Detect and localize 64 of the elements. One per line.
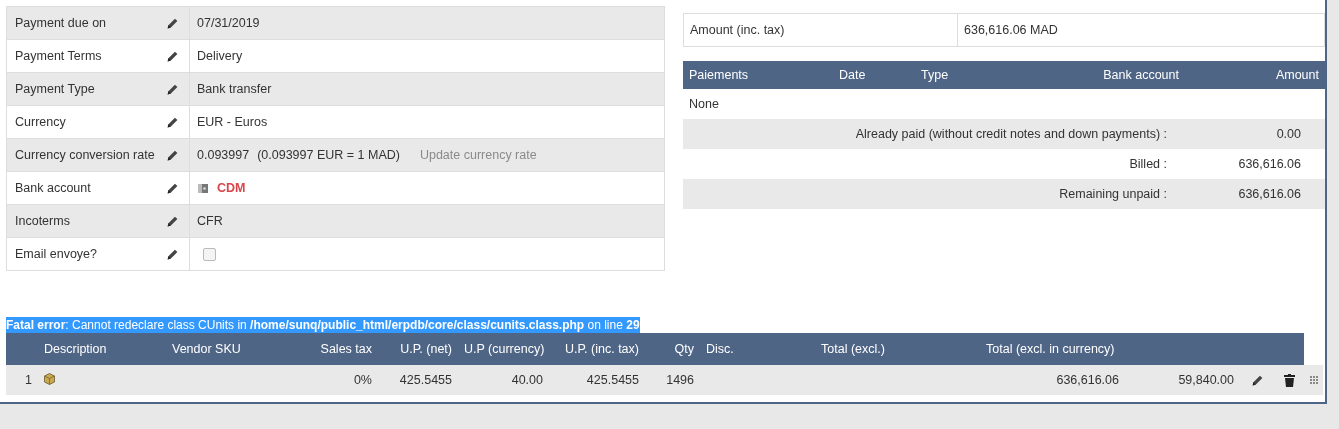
line-number: 1 (24, 373, 33, 387)
pencil-icon[interactable] (166, 16, 179, 30)
table-cell-text: 425.5455 (398, 373, 453, 387)
table-cell-text: 59,840.00 (1177, 373, 1235, 387)
field-label: Currency conversion rate (15, 148, 155, 162)
column-header: U.P (currency) (463, 342, 546, 356)
pencil-icon[interactable] (166, 247, 179, 261)
safe-icon (197, 182, 209, 194)
error-message: Fatal error: Cannot redeclare class CUnits in /home/sunq/public_html/erpdb/core/class/cunits.class.php on line 29 (6, 317, 640, 333)
table-cell-text: 0% (352, 373, 373, 387)
column-header: Date (838, 68, 867, 82)
field-label: Email envoye? (15, 247, 97, 261)
box-icon (44, 372, 55, 385)
rate-value: 0.093997 (197, 148, 250, 162)
column-header: Sales tax (319, 342, 373, 356)
field-value: Delivery (197, 49, 243, 63)
pencil-icon[interactable] (166, 181, 179, 195)
field-label: Incoterms (15, 214, 70, 228)
field-value: EUR - Euros (197, 115, 268, 129)
field-label: Currency (15, 115, 66, 129)
checkbox[interactable] (203, 247, 216, 261)
summary-value: 636,616.06 (1237, 157, 1302, 171)
bank-account-link[interactable]: CDM (217, 181, 246, 195)
column-header: Total (excl. in currency) (985, 342, 1116, 356)
summary-label: Already paid (without credit notes and down payments) : (854, 127, 1168, 141)
column-header: Vendor SKU (171, 342, 242, 356)
column-header: Amount (1274, 68, 1320, 82)
field-label: Payment due on (15, 16, 107, 30)
table-cell-text: 40.00 (510, 373, 544, 387)
total-value: 636,616.06 MAD (963, 23, 1059, 37)
rate-note: (0.093997 EUR = 1 MAD) (257, 148, 400, 162)
field-label: Payment Type (15, 82, 95, 96)
drag-handle-icon[interactable] (1309, 376, 1318, 384)
pencil-icon[interactable] (166, 148, 179, 162)
column-header: Total (excl.) (820, 342, 886, 356)
pencil-icon[interactable] (1251, 373, 1264, 387)
summary-label: Billed : (1128, 157, 1168, 171)
field-value: 07/31/2019 (197, 16, 260, 30)
trash-icon[interactable] (1284, 373, 1295, 387)
field-label: Payment Terms (15, 49, 102, 63)
pencil-icon[interactable] (166, 82, 179, 96)
column-header: U.P. (inc. tax) (563, 342, 640, 356)
pencil-icon[interactable] (166, 115, 179, 129)
field-value: CFR (197, 214, 223, 228)
pencil-icon[interactable] (166, 49, 179, 63)
total-label: Amount (inc. tax) (684, 14, 958, 46)
column-header: Description (43, 342, 108, 356)
update-rate-link[interactable]: Update currency rate (419, 148, 537, 162)
column-header: Type (920, 68, 950, 82)
column-header: Disc. (705, 342, 735, 356)
column-header: Bank account (1102, 68, 1180, 82)
summary-value: 0.00 (1275, 127, 1302, 141)
pencil-icon[interactable] (166, 214, 179, 228)
table-cell-text: 636,616.06 (1055, 373, 1120, 387)
empty-message: None (689, 97, 719, 111)
field-label: Bank account (15, 181, 91, 195)
column-header: Qty (673, 342, 695, 356)
column-header: U.P. (net) (399, 342, 453, 356)
table-cell-text: 425.5455 (585, 373, 640, 387)
summary-label: Remaining unpaid : (1058, 187, 1168, 201)
table-cell-text: 1496 (665, 373, 695, 387)
field-value: Bank transfer (197, 82, 272, 96)
column-header: Paiements (688, 68, 750, 82)
summary-value: 636,616.06 (1237, 187, 1302, 201)
